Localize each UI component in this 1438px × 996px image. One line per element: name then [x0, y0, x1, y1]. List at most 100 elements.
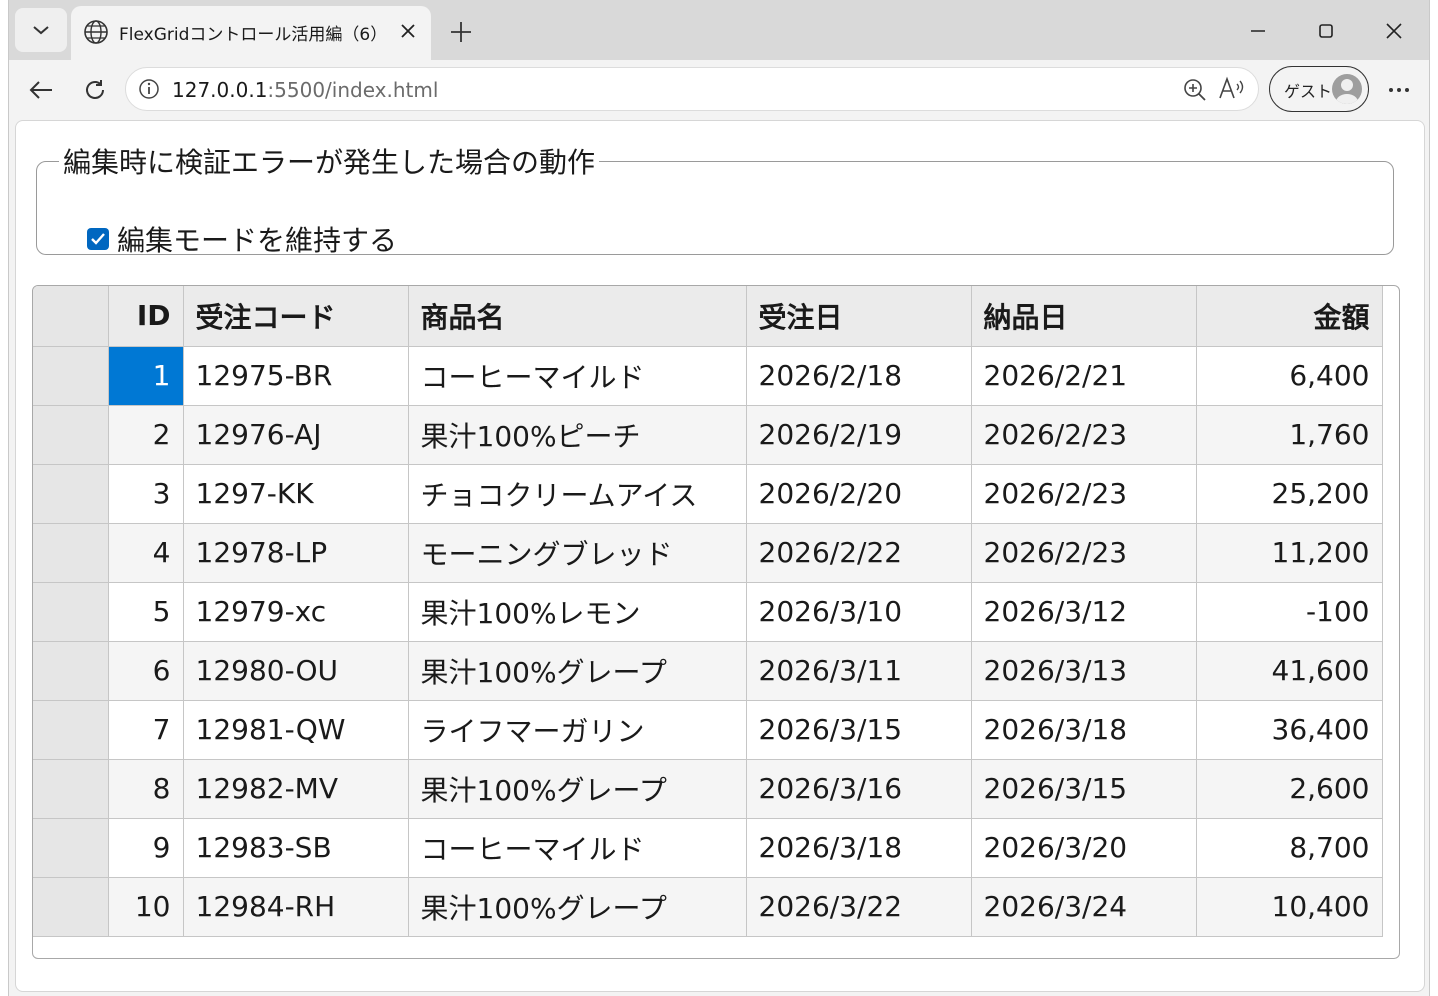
column-header[interactable]: ID: [108, 286, 184, 347]
grid-cell[interactable]: 12980-OU: [183, 641, 409, 701]
grid-cell[interactable]: 2026/3/12: [971, 582, 1197, 642]
column-header[interactable]: 商品名: [408, 286, 747, 347]
keep-edit-mode-option[interactable]: 編集モードを維持する: [87, 219, 397, 259]
grid-cell[interactable]: 5: [108, 582, 184, 642]
grid-cell[interactable]: 10,400: [1196, 877, 1383, 937]
table-row: 1 12975-BR コーヒーマイルド 2026/2/18 2026/2/21 6,400: [33, 346, 1383, 406]
grid-cell[interactable]: 2026/3/20: [971, 818, 1197, 878]
row-header[interactable]: [33, 818, 109, 878]
grid-cell[interactable]: 果汁100%グレープ: [408, 759, 747, 819]
close-icon: [401, 24, 415, 38]
grid-cell[interactable]: 6,400: [1196, 346, 1383, 406]
grid-cell[interactable]: 3: [108, 464, 184, 524]
grid-cell[interactable]: 9: [108, 818, 184, 878]
column-header[interactable]: 受注日: [746, 286, 972, 347]
row-header[interactable]: [33, 877, 109, 937]
row-header[interactable]: [33, 523, 109, 583]
grid-cell[interactable]: 2026/2/20: [746, 464, 972, 524]
grid-cell[interactable]: 果汁100%レモン: [408, 582, 747, 642]
info-icon[interactable]: [138, 78, 160, 100]
window-close-button[interactable]: [1369, 12, 1419, 50]
refresh-button[interactable]: [75, 70, 115, 110]
column-header[interactable]: 受注コード: [183, 286, 409, 347]
grid-cell[interactable]: 果汁100%ピーチ: [408, 405, 747, 465]
grid-cell[interactable]: 2026/2/19: [746, 405, 972, 465]
row-header[interactable]: [33, 346, 109, 406]
more-menu-button[interactable]: [1381, 72, 1417, 108]
grid-cell[interactable]: 2026/2/21: [971, 346, 1197, 406]
grid-cell[interactable]: 2026/2/23: [971, 523, 1197, 583]
grid-cell[interactable]: 1: [108, 346, 184, 406]
tab-close-button[interactable]: [393, 16, 423, 46]
grid-cell[interactable]: 2: [108, 405, 184, 465]
grid-cell[interactable]: チョコクリームアイス: [408, 464, 747, 524]
grid-cell[interactable]: 2026/3/24: [971, 877, 1197, 937]
column-header[interactable]: 金額: [1196, 286, 1383, 347]
grid-cell[interactable]: 12983-SB: [183, 818, 409, 878]
grid-cell[interactable]: 10: [108, 877, 184, 937]
grid-cell[interactable]: 2026/2/22: [746, 523, 972, 583]
grid-cell[interactable]: 12984-RH: [183, 877, 409, 937]
grid-cell[interactable]: 2,600: [1196, 759, 1383, 819]
grid-cell[interactable]: 2026/3/15: [971, 759, 1197, 819]
grid-cell[interactable]: モーニングブレッド: [408, 523, 747, 583]
grid-cell[interactable]: 2026/3/13: [971, 641, 1197, 701]
row-header[interactable]: [33, 700, 109, 760]
grid-cell[interactable]: 8,700: [1196, 818, 1383, 878]
grid-cell[interactable]: 2026/2/23: [971, 464, 1197, 524]
grid-cell[interactable]: 6: [108, 641, 184, 701]
maximize-button[interactable]: [1301, 12, 1351, 50]
read-aloud-icon[interactable]: [1218, 76, 1246, 102]
grid-cell[interactable]: 36,400: [1196, 700, 1383, 760]
grid-cell[interactable]: 2026/3/18: [971, 700, 1197, 760]
grid-cell[interactable]: 12982-MV: [183, 759, 409, 819]
grid-cell[interactable]: 2026/2/23: [971, 405, 1197, 465]
grid-cell[interactable]: 1297-KK: [183, 464, 409, 524]
grid-cell[interactable]: 12975-BR: [183, 346, 409, 406]
grid-cell[interactable]: 2026/2/18: [746, 346, 972, 406]
grid-cell[interactable]: 4: [108, 523, 184, 583]
grid-cell[interactable]: 1,760: [1196, 405, 1383, 465]
address-bar[interactable]: 127.0.0.1:5500/index.html: [125, 67, 1259, 111]
grid-cell[interactable]: 2026/3/16: [746, 759, 972, 819]
grid-cell[interactable]: コーヒーマイルド: [408, 818, 747, 878]
row-header[interactable]: [33, 641, 109, 701]
zoom-icon[interactable]: [1182, 77, 1208, 103]
grid-cell[interactable]: -100: [1196, 582, 1383, 642]
tab-list-button[interactable]: [15, 8, 67, 52]
grid-cell[interactable]: 12976-AJ: [183, 405, 409, 465]
grid-cell[interactable]: 12981-QW: [183, 700, 409, 760]
grid-cell[interactable]: 11,200: [1196, 523, 1383, 583]
grid-cell[interactable]: 果汁100%グレープ: [408, 877, 747, 937]
grid-cell[interactable]: 2026/3/18: [746, 818, 972, 878]
refresh-icon: [86, 80, 104, 99]
column-header[interactable]: 納品日: [971, 286, 1197, 347]
row-header[interactable]: [33, 759, 109, 819]
grid-cell[interactable]: 12979-xc: [183, 582, 409, 642]
grid-cell[interactable]: 2026/3/22: [746, 877, 972, 937]
grid-cell[interactable]: ライフマーガリン: [408, 700, 747, 760]
back-button[interactable]: [21, 70, 61, 110]
url-path: :5500/index.html: [267, 78, 439, 102]
profile-button[interactable]: ゲスト: [1269, 66, 1369, 112]
grid-cell[interactable]: 7: [108, 700, 184, 760]
grid-cell[interactable]: 2026/3/10: [746, 582, 972, 642]
grid-cell[interactable]: 8: [108, 759, 184, 819]
minimize-button[interactable]: [1233, 12, 1283, 50]
url-text[interactable]: 127.0.0.1:5500/index.html: [172, 78, 438, 102]
grid-cell[interactable]: 25,200: [1196, 464, 1383, 524]
new-tab-button[interactable]: [441, 12, 481, 52]
grid-cell[interactable]: 2026/3/11: [746, 641, 972, 701]
grid-cell[interactable]: コーヒーマイルド: [408, 346, 747, 406]
grid-cell[interactable]: 41,600: [1196, 641, 1383, 701]
row-header[interactable]: [33, 582, 109, 642]
top-left-cell[interactable]: [33, 286, 109, 347]
grid-cell[interactable]: 12978-LP: [183, 523, 409, 583]
keep-edit-mode-checkbox[interactable]: [87, 228, 109, 250]
row-header[interactable]: [33, 405, 109, 465]
grid-cell[interactable]: 2026/3/15: [746, 700, 972, 760]
browser-tab[interactable]: FlexGridコントロール活用編（6）: [71, 6, 431, 60]
fieldset-legend: 編集時に検証エラーが発生した場合の動作: [63, 146, 596, 179]
grid-cell[interactable]: 果汁100%グレープ: [408, 641, 747, 701]
row-header[interactable]: [33, 464, 109, 524]
